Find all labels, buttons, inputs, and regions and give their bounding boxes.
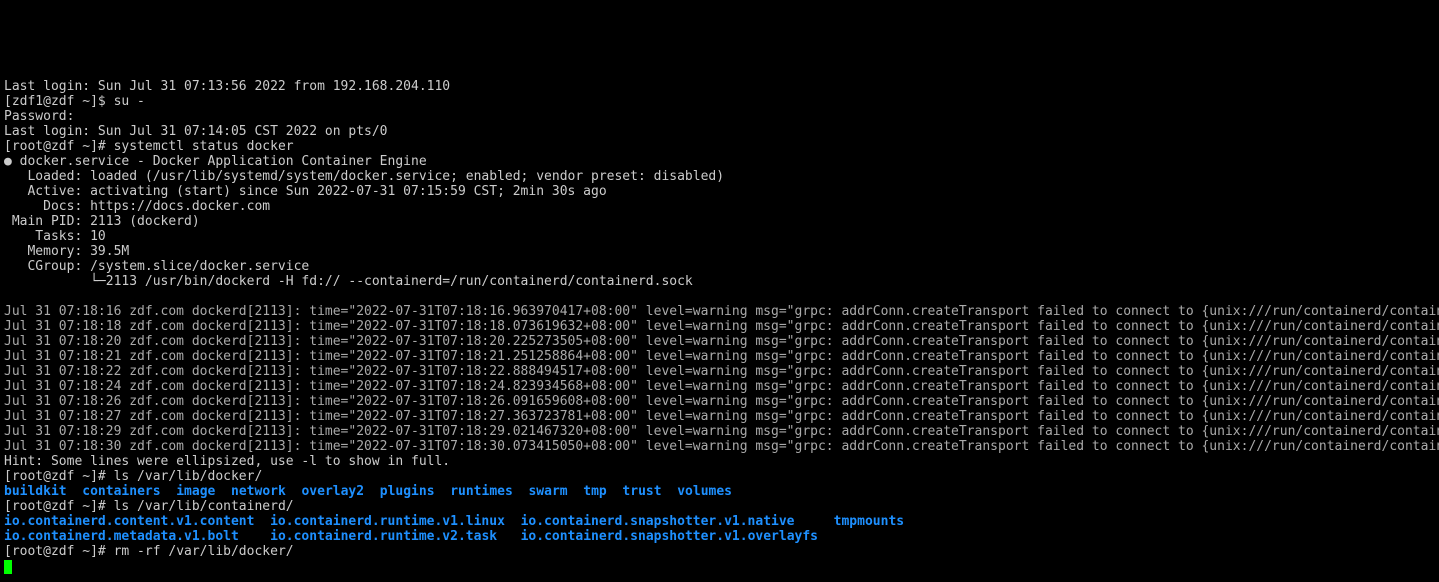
log-line-3: Jul 31 07:18:21 zdf.com dockerd[2113]: t… [4,349,1439,364]
ls-containerd-command: ls /var/lib/containerd/ [114,499,294,514]
terminal[interactable]: Last login: Sun Jul 31 07:13:56 2022 fro… [0,75,1439,574]
log-line-0: Jul 31 07:18:16 zdf.com dockerd[2113]: t… [4,304,1439,319]
root-prompt: [root@zdf ~]# [4,469,114,484]
service-memory: Memory: 39.5M [4,244,129,259]
last-login-user: Last login: Sun Jul 31 07:13:56 2022 fro… [4,79,450,94]
service-cgroup: CGroup: /system.slice/docker.service [4,259,309,274]
root-prompt: [root@zdf ~]# [4,139,114,154]
systemctl-status-command: systemctl status docker [114,139,294,154]
ls-containerd-item: io.containerd.content.v1.content [4,514,254,529]
ls-containerd-item: io.containerd.snapshotter.v1.native [521,514,795,529]
password-prompt: Password: [4,109,74,124]
service-loaded: Loaded: loaded (/usr/lib/systemd/system/… [4,169,724,184]
ls-containerd-item: io.containerd.runtime.v1.linux [270,514,505,529]
rm-command: rm -rf /var/lib/docker/ [114,544,294,559]
ls-containerd-item: io.containerd.metadata.v1.bolt [4,529,239,544]
ls-containerd-item: tmpmounts [834,514,904,529]
cursor [4,560,12,574]
log-line-7: Jul 31 07:18:27 zdf.com dockerd[2113]: t… [4,409,1439,424]
user-prompt: [zdf1@zdf ~]$ [4,94,114,109]
service-cgroup-proc: └─2113 /usr/bin/dockerd -H fd:// --conta… [4,274,693,289]
ls-docker-item: swarm [528,484,567,499]
ls-docker-item: containers [82,484,160,499]
hint-line: Hint: Some lines were ellipsized, use -l… [4,454,450,469]
last-login-root: Last login: Sun Jul 31 07:14:05 CST 2022… [4,124,388,139]
service-header: ● docker.service - Docker Application Co… [4,154,427,169]
su-command: su - [114,94,145,109]
log-line-8: Jul 31 07:18:29 zdf.com dockerd[2113]: t… [4,424,1439,439]
ls-containerd-item: io.containerd.runtime.v2.task [270,529,497,544]
log-line-2: Jul 31 07:18:20 zdf.com dockerd[2113]: t… [4,334,1439,349]
ls-docker-command: ls /var/lib/docker/ [114,469,263,484]
ls-docker-item: trust [622,484,661,499]
blank-line [4,289,12,304]
service-active: Active: activating (start) since Sun 202… [4,184,607,199]
root-prompt: [root@zdf ~]# [4,544,114,559]
service-docs: Docs: https://docs.docker.com [4,199,270,214]
log-line-9: Jul 31 07:18:30 zdf.com dockerd[2113]: t… [4,439,1439,454]
ls-docker-item: volumes [677,484,732,499]
service-mainpid: Main PID: 2113 (dockerd) [4,214,200,229]
ls-docker-item: buildkit [4,484,67,499]
log-line-1: Jul 31 07:18:18 zdf.com dockerd[2113]: t… [4,319,1439,334]
log-line-5: Jul 31 07:18:24 zdf.com dockerd[2113]: t… [4,379,1439,394]
ls-docker-item: tmp [583,484,606,499]
ls-docker-item: runtimes [450,484,513,499]
log-line-6: Jul 31 07:18:26 zdf.com dockerd[2113]: t… [4,394,1439,409]
ls-docker-item: plugins [380,484,435,499]
ls-containerd-item: io.containerd.snapshotter.v1.overlayfs [521,529,818,544]
root-prompt: [root@zdf ~]# [4,499,114,514]
log-line-4: Jul 31 07:18:22 zdf.com dockerd[2113]: t… [4,364,1439,379]
ls-docker-item: overlay2 [301,484,364,499]
service-tasks: Tasks: 10 [4,229,106,244]
ls-docker-item: network [231,484,286,499]
ls-docker-item: image [176,484,215,499]
